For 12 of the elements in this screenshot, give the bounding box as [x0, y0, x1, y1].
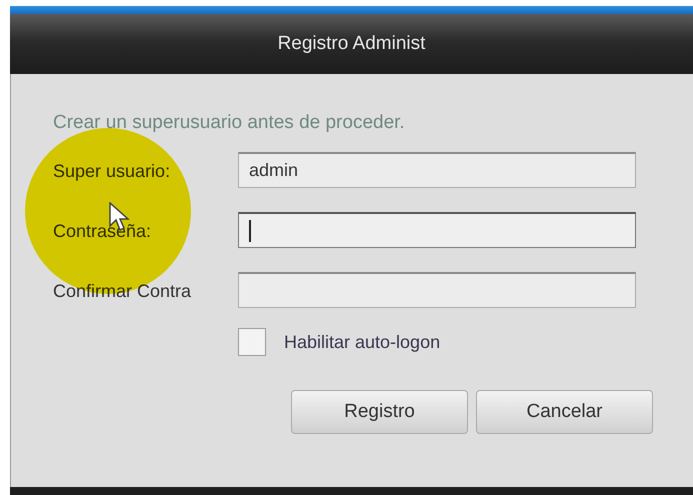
input-field[interactable]	[238, 212, 636, 248]
input-field[interactable]	[238, 272, 636, 308]
dialog-button[interactable]: Registro	[291, 390, 468, 434]
checkbox-label: Habilitar auto-logon	[284, 332, 440, 352]
field-label: Contraseña:	[53, 220, 152, 242]
window-title: Registro Administ	[278, 33, 426, 55]
checkbox[interactable]	[238, 328, 266, 356]
text-caret	[249, 220, 251, 242]
field-label: Super usuario:	[53, 160, 172, 182]
dialog-button[interactable]: Cancelar	[476, 390, 653, 434]
input-field[interactable]: admin	[238, 152, 636, 188]
intro-text: Crear un superusuario antes de proceder.	[53, 112, 406, 134]
